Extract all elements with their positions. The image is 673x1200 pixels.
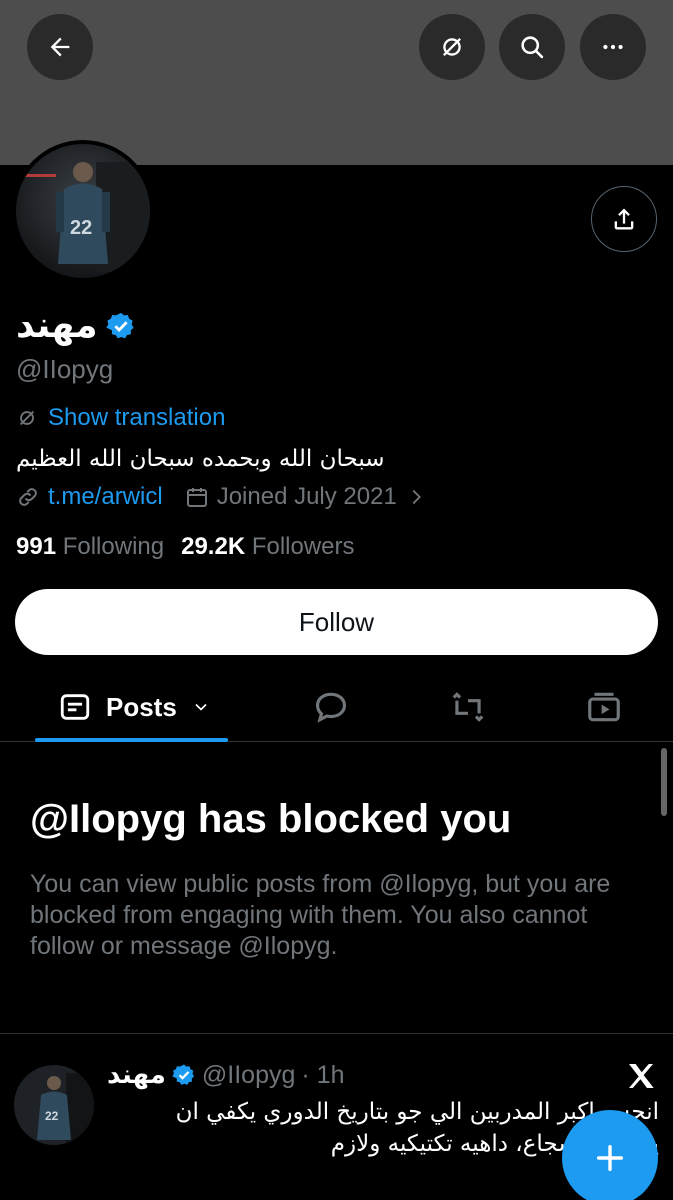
chevron-right-icon: [412, 489, 421, 505]
scrollbar[interactable]: [661, 748, 667, 816]
share-icon: [614, 208, 634, 230]
verified-badge-icon: [172, 1064, 195, 1085]
tab-posts-label: Posts: [106, 691, 177, 722]
profile-banner: [0, 0, 673, 165]
search-icon: [521, 36, 544, 59]
profile-link[interactable]: t.me/arwicl: [48, 483, 163, 511]
back-button[interactable]: [27, 14, 93, 80]
tab-posts[interactable]: Posts: [58, 672, 218, 742]
post-author-name[interactable]: مهند: [107, 1060, 166, 1090]
followers-count: 29.2K: [181, 533, 246, 560]
verified-badge-icon[interactable]: [105, 311, 136, 341]
more-icon: [603, 44, 623, 50]
translate-icon: [443, 38, 461, 56]
profile-meta: t.me/arwicl Joined July 2021: [16, 483, 427, 511]
tab-replies[interactable]: [306, 672, 356, 742]
repost-icon: [452, 692, 484, 722]
profile-bio: سبحان الله وبحمده سبحان الله العظيم: [16, 446, 385, 472]
profile-name: مهند: [16, 305, 98, 346]
compose-button[interactable]: [562, 1110, 658, 1200]
posts-icon: [60, 694, 90, 720]
avatar-image: 22: [16, 144, 150, 278]
profile-tabs: Posts: [0, 672, 673, 742]
post-header: مهند @IIopyg · 1h: [107, 1060, 344, 1090]
share-button[interactable]: [591, 186, 657, 252]
plus-icon: [596, 1144, 624, 1172]
profile-link-item[interactable]: t.me/arwicl: [16, 483, 163, 511]
calendar-icon: [186, 488, 207, 507]
followers-stat[interactable]: 29.2K Followers: [181, 533, 354, 561]
translate-icon: [19, 410, 35, 426]
profile-stats: 991 Following 29.2K Followers: [16, 533, 355, 561]
post-avatar-image: 22: [14, 1065, 94, 1145]
link-icon: [19, 488, 37, 506]
svg-text:22: 22: [45, 1109, 59, 1123]
media-icon: [588, 692, 620, 722]
joined-item[interactable]: Joined July 2021: [185, 483, 427, 511]
tab-media[interactable]: [579, 672, 629, 742]
post-author-handle[interactable]: @IIopyg: [202, 1061, 295, 1090]
blocked-title: @Ilopyg has blocked you: [30, 797, 512, 841]
follow-button[interactable]: Follow: [15, 589, 658, 655]
show-translation-link[interactable]: Show translation: [16, 404, 225, 432]
x-logo-icon: [629, 1064, 654, 1088]
reply-icon: [315, 692, 347, 723]
blocked-message: You can view public posts from @Ilopyg, …: [30, 870, 611, 960]
profile-handle: @IIopyg: [16, 354, 114, 384]
joined-date: Joined July 2021: [216, 483, 397, 510]
post-avatar[interactable]: 22: [14, 1065, 94, 1145]
arrow-left-icon: [50, 37, 70, 57]
search-button[interactable]: [499, 14, 565, 80]
translate-button[interactable]: [419, 14, 485, 80]
chevron-down-icon: [195, 703, 207, 711]
tab-reposts[interactable]: [443, 672, 493, 742]
following-label: Following: [62, 533, 165, 560]
tab-active-indicator: [35, 738, 228, 742]
profile-name-row: مهند: [16, 304, 136, 348]
show-translation-label: Show translation: [48, 404, 226, 431]
more-button[interactable]: [580, 14, 646, 80]
post-time: · 1h: [301, 1060, 345, 1089]
svg-text:22: 22: [70, 217, 92, 239]
following-count: 991: [16, 533, 57, 560]
avatar[interactable]: 22: [12, 140, 154, 282]
followers-label: Followers: [251, 533, 355, 560]
following-stat[interactable]: 991 Following: [16, 533, 164, 561]
